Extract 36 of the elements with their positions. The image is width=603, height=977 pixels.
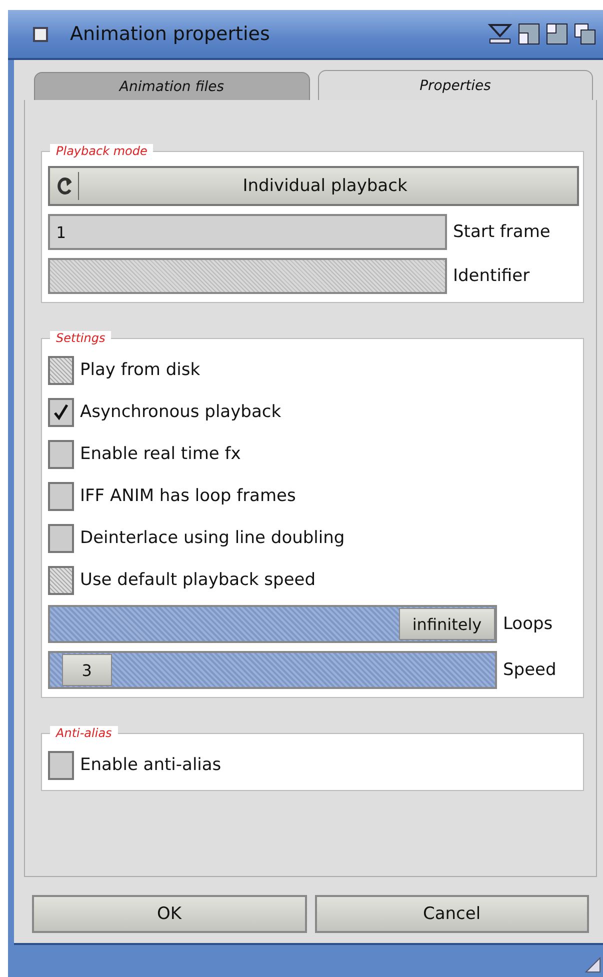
group-title: Settings — [50, 331, 112, 345]
iconify-icon[interactable] — [487, 22, 513, 46]
cycle-icon — [56, 176, 74, 196]
cycle-button[interactable]: Individual playback — [48, 166, 579, 206]
checkbox[interactable] — [48, 440, 74, 468]
tab[interactable]: Properties — [318, 70, 593, 100]
checkbox[interactable] — [48, 524, 74, 552]
group-title: Playback mode — [50, 144, 154, 158]
field-label: Identifier — [453, 266, 531, 286]
checkbox-label: Enable real time fx — [80, 444, 241, 464]
resize-grip-icon[interactable] — [585, 957, 601, 973]
checkbox-label: Use default playback speed — [80, 570, 316, 590]
slider-track[interactable]: infinitely — [48, 605, 497, 643]
group-title: Anti-alias — [50, 726, 118, 740]
slider-label: Loops — [503, 614, 554, 634]
slider-track[interactable]: 3 — [48, 651, 497, 689]
checkmark-icon — [51, 402, 71, 422]
slider-knob[interactable]: 3 — [62, 654, 112, 686]
slider-label: Speed — [503, 660, 558, 680]
field-label: Start frame — [453, 222, 552, 242]
checkbox[interactable] — [48, 750, 74, 780]
checkbox-label: Enable anti-alias — [80, 755, 222, 775]
slider-knob[interactable]: infinitely — [399, 608, 495, 640]
checkbox-label: Asynchronous playback — [80, 402, 282, 422]
checkbox[interactable] — [48, 482, 74, 510]
checkbox-label: Play from disk — [80, 360, 200, 380]
dialog-button[interactable]: Cancel — [314, 895, 589, 933]
dialog-button[interactable]: OK — [32, 895, 306, 933]
tab[interactable]: Animation files — [34, 72, 310, 100]
checkbox-label: Deinterlace using line doubling — [80, 528, 345, 548]
window-title: Animation properties — [70, 23, 271, 45]
close-icon[interactable] — [33, 26, 48, 42]
checkbox[interactable] — [48, 398, 74, 426]
windows-icon[interactable] — [573, 22, 597, 46]
checkbox-label: IFF ANIM has loop frames — [80, 486, 296, 506]
input-field[interactable]: 1 — [48, 214, 447, 250]
